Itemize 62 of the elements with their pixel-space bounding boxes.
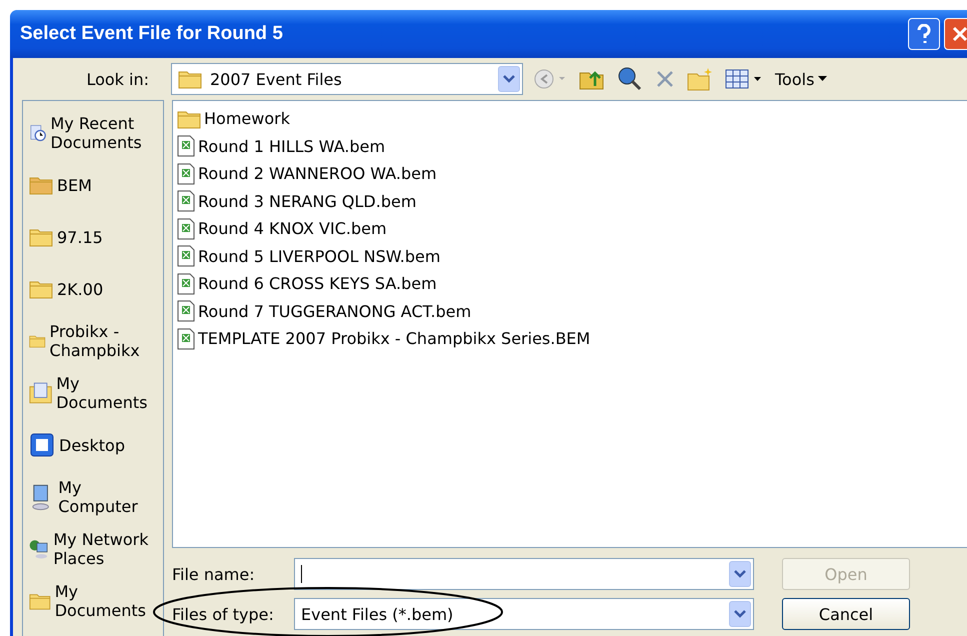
- folder-icon: [177, 108, 201, 129]
- file-name-field[interactable]: [294, 558, 754, 590]
- desktop-icon: [29, 432, 55, 458]
- file-item[interactable]: Homework: [177, 105, 967, 132]
- places-item[interactable]: My Documents: [23, 367, 163, 419]
- question-mark-icon: [917, 24, 931, 44]
- file-type-dropdown[interactable]: Event Files (*.bem): [294, 598, 754, 630]
- help-button[interactable]: [908, 18, 940, 50]
- file-item[interactable]: Round 1 HILLS WA.bem: [177, 132, 967, 160]
- close-icon: [655, 69, 675, 89]
- file-item[interactable]: Round 2 WANNEROO WA.bem: [177, 160, 967, 188]
- grid-view-icon: [725, 68, 763, 90]
- folder-icon: [29, 279, 53, 299]
- spreadsheet-file-icon: [177, 190, 195, 212]
- chevron-down-icon: [502, 74, 516, 84]
- file-item[interactable]: TEMPLATE 2007 Probikx - Champbikx Series.BEM: [177, 325, 967, 352]
- file-name-label: File name:: [172, 564, 256, 584]
- spreadsheet-file-icon: [177, 245, 195, 268]
- tools-menu[interactable]: Tools: [773, 70, 830, 88]
- close-button[interactable]: [944, 18, 967, 50]
- dropdown-button[interactable]: [729, 601, 751, 627]
- dropdown-button[interactable]: [729, 561, 751, 587]
- spreadsheet-file-icon: [177, 218, 195, 240]
- places-item[interactable]: 97.15: [23, 211, 163, 263]
- places-item[interactable]: My Computer: [23, 471, 163, 523]
- chevron-down-icon: [733, 569, 747, 579]
- window-title: Select Event File for Round 5: [20, 23, 284, 45]
- look-in-label: Look in:: [85, 70, 150, 88]
- file-item[interactable]: Round 6 CROSS KEYS SA.bem: [177, 270, 967, 298]
- dropdown-button[interactable]: [498, 66, 520, 92]
- close-icon: [952, 26, 967, 42]
- back-arrow-icon: [533, 68, 567, 90]
- file-type-value: Event Files (*.bem): [301, 604, 454, 624]
- places-item[interactable]: My Network Places: [23, 523, 163, 575]
- spreadsheet-file-icon: [177, 162, 195, 185]
- places-item[interactable]: My Documents: [23, 575, 163, 627]
- look-in-dropdown[interactable]: 2007 Event Files: [171, 63, 523, 95]
- places-item[interactable]: Desktop: [23, 419, 163, 471]
- text-cursor: [301, 565, 302, 583]
- folder-icon: [29, 591, 51, 611]
- file-type-label: Files of type:: [172, 604, 275, 624]
- folder-icon: [29, 175, 53, 195]
- file-item[interactable]: Round 5 LIVERPOOL NSW.bem: [177, 242, 967, 270]
- cancel-button[interactable]: Cancel: [782, 598, 910, 630]
- folder-document-icon: [29, 380, 52, 406]
- file-item[interactable]: Round 4 KNOX VIC.bem: [177, 215, 967, 242]
- spreadsheet-file-icon: [177, 272, 195, 295]
- chevron-down-icon: [733, 609, 747, 619]
- places-item[interactable]: 2K.00: [23, 263, 163, 315]
- caret-icon: [818, 76, 828, 82]
- folder-icon: [29, 227, 53, 247]
- file-item[interactable]: Round 7 TUGGERANONG ACT.bem: [177, 298, 967, 325]
- spreadsheet-file-icon: [177, 300, 195, 322]
- file-item[interactable]: Round 3 NERANG QLD.bem: [177, 188, 967, 215]
- places-item[interactable]: My Recent Documents: [23, 107, 163, 159]
- places-item[interactable]: BEM: [23, 159, 163, 211]
- folder-icon: [178, 69, 202, 89]
- folder-name: 2007 Event Files: [210, 70, 342, 88]
- places-item[interactable]: Probikx - Champbikx: [23, 315, 163, 367]
- spreadsheet-file-icon: [177, 135, 195, 158]
- spreadsheet-file-icon: [177, 328, 195, 350]
- folder-star-icon: [687, 67, 713, 91]
